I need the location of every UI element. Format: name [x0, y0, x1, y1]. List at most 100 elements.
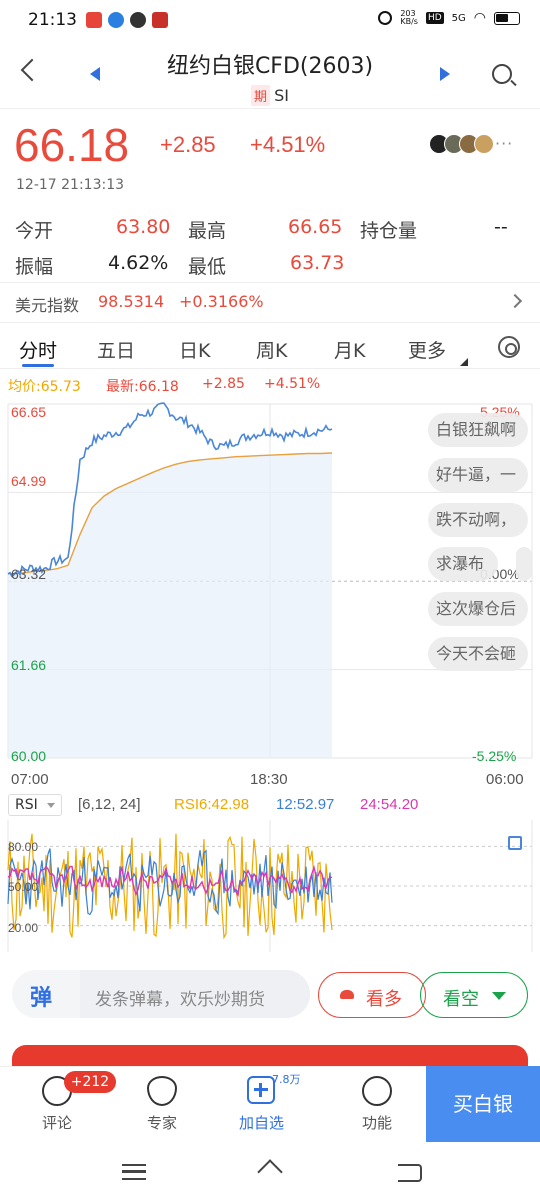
nav-function[interactable]: 功能: [362, 1112, 392, 1133]
tab-underline: [22, 364, 54, 367]
low-value: 63.73: [290, 252, 345, 274]
danmaku-bubble[interactable]: 白银狂飙啊: [428, 413, 528, 447]
intraday-chart[interactable]: [0, 398, 540, 770]
open-value: 63.80: [116, 216, 171, 238]
system-nav: [0, 1142, 540, 1204]
rsi24-value: 24:54.20: [360, 796, 419, 813]
comment-badge: +212: [64, 1071, 116, 1093]
home-icon[interactable]: [257, 1159, 283, 1185]
hd-icon: HD: [425, 12, 444, 24]
tab-monthly-k[interactable]: 月K: [334, 336, 365, 363]
change-pct-legend: +4.51%: [264, 376, 321, 392]
indicator-select[interactable]: RSI: [8, 794, 62, 816]
search-icon[interactable]: [492, 64, 512, 84]
tab-five-day[interactable]: 五日: [97, 336, 135, 363]
danmaku-icon[interactable]: 弹: [30, 980, 52, 1012]
tab-weekly-k[interactable]: 周K: [256, 336, 287, 363]
follow-count: 7.8万: [272, 1073, 301, 1086]
status-bar: 21:13 203 KB/s HD 5G ◠: [0, 0, 540, 40]
y-label-upper: 64.99: [11, 473, 47, 489]
rsi-chart[interactable]: [0, 818, 540, 956]
pct-label-bottom: -5.25%: [472, 748, 517, 764]
danmaku-bubble[interactable]: 这次爆仓后: [428, 592, 528, 626]
alarm-icon: [378, 11, 393, 25]
price-change-pct: +4.51%: [250, 132, 326, 157]
nav-add-watchlist[interactable]: 加自选: [239, 1112, 284, 1133]
chart-settings-icon[interactable]: [498, 336, 520, 358]
y-label-lower: 61.66: [11, 657, 47, 673]
viewer-avatars[interactable]: [429, 134, 494, 154]
add-watchlist-icon[interactable]: [247, 1076, 275, 1104]
function-icon[interactable]: [362, 1076, 392, 1106]
futures-tag: 期: [251, 85, 271, 106]
usd-index-label: 美元指数: [15, 296, 80, 315]
status-right: 203 KB/s HD 5G ◠: [378, 10, 520, 26]
y-label-mid: 63.32: [11, 566, 47, 582]
nav-comment[interactable]: 评论: [42, 1112, 72, 1133]
app-notification-icon: [108, 12, 124, 28]
price-area-fill: [8, 453, 332, 758]
rsi12-value: 12:52.97: [276, 796, 335, 813]
danmaku-bubble[interactable]: 跌不动啊，: [428, 503, 528, 537]
open-label: 今开: [15, 220, 54, 242]
low-label: 最低: [188, 256, 227, 278]
usd-index-value: 98.5314: [98, 292, 165, 311]
app-notification-icon: [86, 12, 102, 28]
rsi-level-50: 50.00: [8, 880, 39, 894]
network-type: 5G: [451, 12, 466, 24]
divider: [0, 108, 540, 109]
app-notification-icon: [152, 12, 168, 28]
divider: [0, 282, 540, 283]
nav-expert[interactable]: 专家: [147, 1112, 177, 1133]
rsi-level-20: 20.00: [8, 921, 39, 935]
dropdown-corner-icon: [460, 358, 468, 366]
expand-icon[interactable]: [508, 836, 522, 850]
cloud-up-icon: [340, 990, 354, 999]
tab-intraday[interactable]: 分时: [19, 336, 57, 363]
high-label: 最高: [188, 220, 227, 242]
danmaku-bubble-partial[interactable]: [516, 547, 532, 581]
battery-icon: [494, 11, 520, 25]
buy-silver-button[interactable]: 买白银: [426, 1066, 540, 1142]
danmaku-bubble[interactable]: 好牛逼，一: [428, 458, 528, 492]
divider: [0, 322, 540, 323]
x-label-start: 07:00: [11, 771, 49, 788]
menu-icon[interactable]: [122, 1164, 146, 1180]
avg-price-legend: 均价:65.73: [8, 379, 81, 395]
quote-datetime: 12-17 21:13:13: [16, 177, 125, 193]
divider: [0, 368, 540, 369]
more-icon[interactable]: ···: [495, 134, 513, 153]
high-value: 66.65: [288, 216, 343, 238]
wifi-icon: ◠: [473, 10, 486, 26]
symbol-code: SI: [274, 86, 289, 105]
last-price: 66.18: [14, 119, 130, 171]
danmaku-bubble[interactable]: 求瀑布: [428, 547, 498, 581]
price-change: +2.85: [160, 132, 216, 157]
next-contract-icon[interactable]: [440, 67, 450, 81]
amplitude-value: 4.62%: [108, 252, 169, 274]
bullish-label: 看多: [366, 989, 402, 1010]
amplitude-label: 振幅: [15, 256, 54, 278]
y-label-top: 66.65: [11, 404, 47, 420]
rsi-params: [6,12, 24]: [78, 796, 141, 813]
rsi-level-80: 80.00: [8, 840, 39, 854]
down-triangle-icon: [492, 992, 506, 1000]
rsi6-value: RSI6:42.98: [174, 796, 250, 813]
page-title: 纽约白银CFD(2603): [166, 54, 374, 79]
danmaku-placeholder: 发条弹幕，欢乐炒期货: [95, 990, 265, 1010]
contract-code: 期 SI: [0, 85, 540, 106]
y-label-bottom: 60.00: [11, 748, 47, 764]
status-time: 21:13: [28, 10, 77, 30]
message-icon: [130, 12, 146, 28]
danmaku-bubble[interactable]: 今天不会砸: [428, 637, 528, 671]
open-interest-value: --: [494, 216, 508, 238]
net-speed: 203 KB/s: [400, 9, 418, 26]
tab-daily-k[interactable]: 日K: [179, 336, 210, 363]
usd-index-change: +0.3166%: [179, 292, 264, 311]
change-legend: +2.85: [202, 376, 245, 392]
bearish-label: 看空: [443, 989, 479, 1010]
tab-more[interactable]: 更多: [408, 336, 446, 363]
open-interest-label: 持仓量: [360, 220, 418, 242]
last-price-legend: 最新:66.18: [106, 379, 179, 395]
back-nav-icon[interactable]: [398, 1164, 422, 1182]
